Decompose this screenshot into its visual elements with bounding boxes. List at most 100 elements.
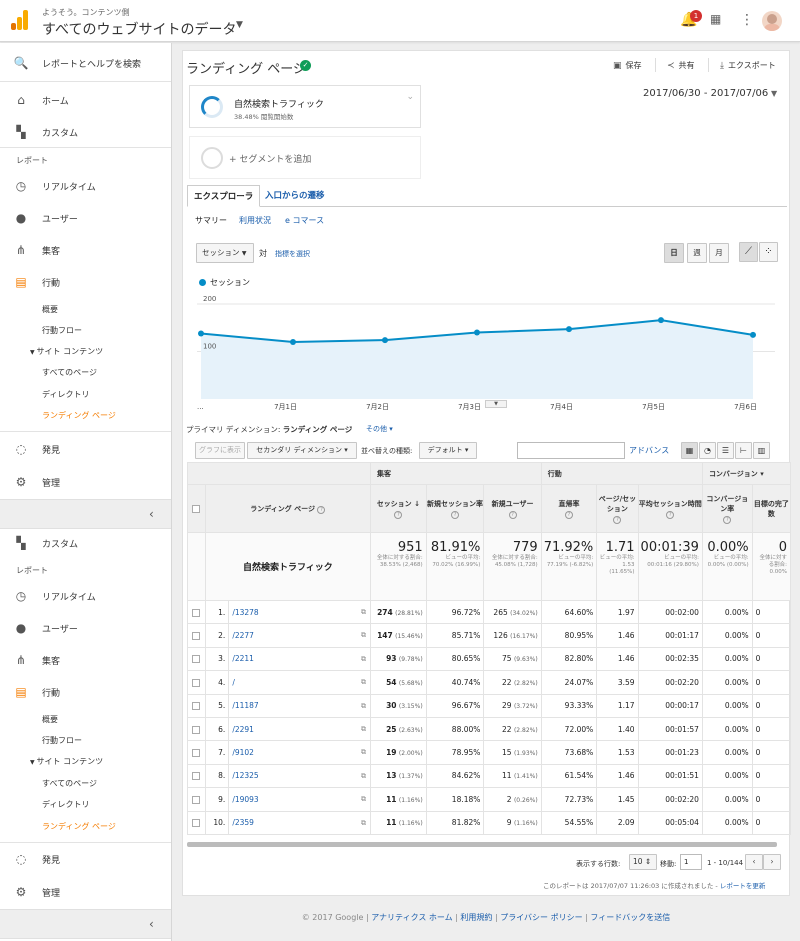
landing-page-link[interactable]: /19093 ⧉ [228, 787, 372, 812]
open-link-icon[interactable]: ⧉ [361, 702, 366, 711]
account-name[interactable]: ようそう。コンテンツ側 [42, 7, 130, 18]
sidebar-item-realtime[interactable]: ◷ リアルタイム [0, 580, 171, 612]
sidebar-item-acquisition[interactable]: ⋔ 集客 [0, 234, 171, 266]
open-link-icon[interactable]: ⧉ [361, 772, 366, 781]
property-selector[interactable]: すべてのウェブサイトのデータ [42, 19, 236, 39]
open-link-icon[interactable]: ⧉ [361, 725, 366, 734]
avatar[interactable] [762, 11, 782, 31]
chart-resize-handle[interactable]: ▼ [485, 400, 507, 408]
analytics-logo-icon[interactable] [11, 10, 29, 30]
secondary-dimension-select[interactable]: セカンダリ ディメンション ▾ [247, 442, 357, 459]
sidebar-sub-directory[interactable]: ディレクトリ [42, 799, 89, 810]
row-checkbox[interactable] [192, 678, 201, 687]
comparison-view-icon[interactable]: ⊢ [735, 442, 752, 459]
chevron-down-icon[interactable]: ▼ [236, 20, 243, 30]
sidebar-sub-landing-pages[interactable]: ランディング ページ [42, 410, 116, 421]
sidebar-search[interactable]: 🔍 レポートとヘルプを検索 [0, 47, 171, 79]
sidebar-sub-landing-pages[interactable]: ランディング ページ [42, 821, 116, 832]
open-link-icon[interactable]: ⧉ [361, 678, 366, 687]
week-button[interactable]: 週 [687, 243, 707, 263]
col-conversion-rate[interactable]: コンバージョン率? [701, 484, 753, 533]
share-button[interactable]: ≺ 共有 [667, 60, 695, 71]
more-vert-icon[interactable]: ⋮ [740, 12, 754, 28]
rows-per-page-select[interactable]: 10 ⇕ [629, 854, 657, 870]
motion-chart-icon[interactable]: ⁘ [759, 242, 778, 262]
sidebar-item-behavior[interactable]: ▤ 行動 [0, 676, 171, 708]
export-button[interactable]: ⤓ エクスポート [720, 60, 776, 71]
row-checkbox[interactable] [192, 725, 201, 734]
row-checkbox[interactable] [192, 749, 201, 758]
chevron-down-icon[interactable]: ⌄ [406, 92, 414, 102]
sidebar-item-custom[interactable]: ▚ カスタム [0, 527, 171, 559]
open-link-icon[interactable]: ⧉ [361, 655, 366, 664]
table-search-input[interactable] [517, 442, 625, 459]
open-link-icon[interactable]: ⧉ [361, 795, 366, 804]
collapse-sidebar[interactable]: ‹ [0, 909, 171, 939]
sidebar-item-behavior[interactable]: ▤ 行動 [0, 266, 171, 298]
caret-down-icon[interactable]: ▼ [771, 89, 777, 98]
row-checkbox[interactable] [192, 655, 201, 664]
open-link-icon[interactable]: ⧉ [361, 819, 366, 828]
metric-selector[interactable]: セッション ▼ [196, 243, 254, 263]
prev-page-button[interactable]: ‹ [745, 854, 763, 870]
col-pages-per-session[interactable]: ページ/セッション? [596, 484, 639, 533]
row-checkbox[interactable] [192, 632, 201, 641]
landing-page-link[interactable]: /2359 ⧉ [228, 810, 372, 835]
pivot-view-icon[interactable]: ▥ [753, 442, 770, 459]
landing-page-link[interactable]: / ⧉ [228, 670, 372, 695]
open-link-icon[interactable]: ⧉ [361, 631, 366, 640]
col-bounce[interactable]: 直帰率? [540, 484, 598, 533]
open-link-icon[interactable]: ⧉ [361, 608, 366, 617]
sidebar-sub-flow[interactable]: 行動フロー [42, 325, 82, 336]
advanced-filter-link[interactable]: アドバンス [629, 445, 669, 456]
refresh-report-link[interactable]: レポートを更新 [720, 882, 766, 890]
landing-page-link[interactable]: /13278 ⧉ [228, 599, 372, 625]
footer-link-home[interactable]: アナリティクス ホーム [371, 913, 452, 922]
next-page-button[interactable]: › [763, 854, 781, 870]
footer-link-privacy[interactable]: プライバシー ポリシー [500, 913, 582, 922]
open-link-icon[interactable]: ⧉ [361, 748, 366, 757]
select-all-checkbox[interactable] [192, 504, 201, 513]
sidebar-item-realtime[interactable]: ◷ リアルタイム [0, 170, 171, 202]
col-avg-duration[interactable]: 平均セッション時間? [637, 484, 703, 533]
sidebar-sub-all-pages[interactable]: すべてのページ [42, 367, 97, 378]
sidebar-item-admin[interactable]: ⚙ 管理 [0, 876, 171, 908]
footer-link-feedback[interactable]: フィードバックを送信 [590, 913, 670, 922]
date-range-picker[interactable]: 2017/06/30 - 2017/07/06 [643, 88, 768, 99]
select-metric-link[interactable]: 指標を選択 [275, 249, 310, 259]
landing-page-link[interactable]: /2291 ⧉ [228, 716, 372, 742]
col-sessions[interactable]: セッション ↓? [370, 484, 427, 533]
month-button[interactable]: 月 [709, 243, 729, 263]
landing-page-link[interactable]: /2211 ⧉ [228, 646, 372, 672]
sort-select[interactable]: デフォルト ▾ [419, 442, 477, 459]
row-checkbox[interactable] [192, 795, 201, 804]
row-checkbox[interactable] [192, 819, 201, 828]
horizontal-scrollbar[interactable] [187, 842, 777, 847]
save-button[interactable]: ▣ 保存 [613, 60, 642, 71]
sidebar-sub-flow[interactable]: 行動フロー [42, 735, 82, 746]
dimension-other-link[interactable]: その他 ▾ [366, 424, 393, 434]
collapse-sidebar[interactable]: ‹ [0, 499, 171, 529]
sidebar-sub-overview[interactable]: 概要 [42, 714, 58, 725]
col-goal-completions[interactable]: 目標の完了数 [751, 484, 791, 533]
tab-explorer[interactable]: エクスプローラ [187, 185, 261, 207]
segment-chip-active[interactable]: 自然検索トラフィック 38.48% 閲覧開始数 ⌄ [189, 85, 421, 128]
add-segment-button[interactable]: + セグメントを追加 [189, 136, 421, 179]
sidebar-sub-directory[interactable]: ディレクトリ [42, 389, 89, 400]
col-new-sessions[interactable]: 新規セッション率? [425, 484, 485, 533]
goto-input[interactable]: 1 [680, 854, 702, 870]
landing-page-link[interactable]: /11187 ⧉ [228, 693, 372, 718]
plot-rows-button[interactable]: グラフに表示 [195, 442, 245, 459]
landing-page-link[interactable]: /12325 ⧉ [228, 763, 372, 789]
subtab-summary[interactable]: サマリー [195, 215, 227, 226]
pie-view-icon[interactable]: ◔ [699, 442, 716, 459]
sidebar-sub-site-content[interactable]: ▼ サイト コンテンツ [30, 756, 103, 767]
col-new-users[interactable]: 新規ユーザー? [483, 484, 542, 533]
subtab-usage[interactable]: 利用状況 [239, 215, 271, 226]
line-chart-icon[interactable]: ⟋ [739, 242, 758, 262]
sidebar-item-admin[interactable]: ⚙ 管理 [0, 466, 171, 498]
sidebar-item-acquisition[interactable]: ⋔ 集客 [0, 644, 171, 676]
sidebar-item-discover[interactable]: ◌ 発見 [0, 433, 171, 465]
table-view-icon[interactable]: ▦ [681, 442, 698, 459]
sidebar-item-custom[interactable]: ▚ カスタム [0, 116, 171, 148]
